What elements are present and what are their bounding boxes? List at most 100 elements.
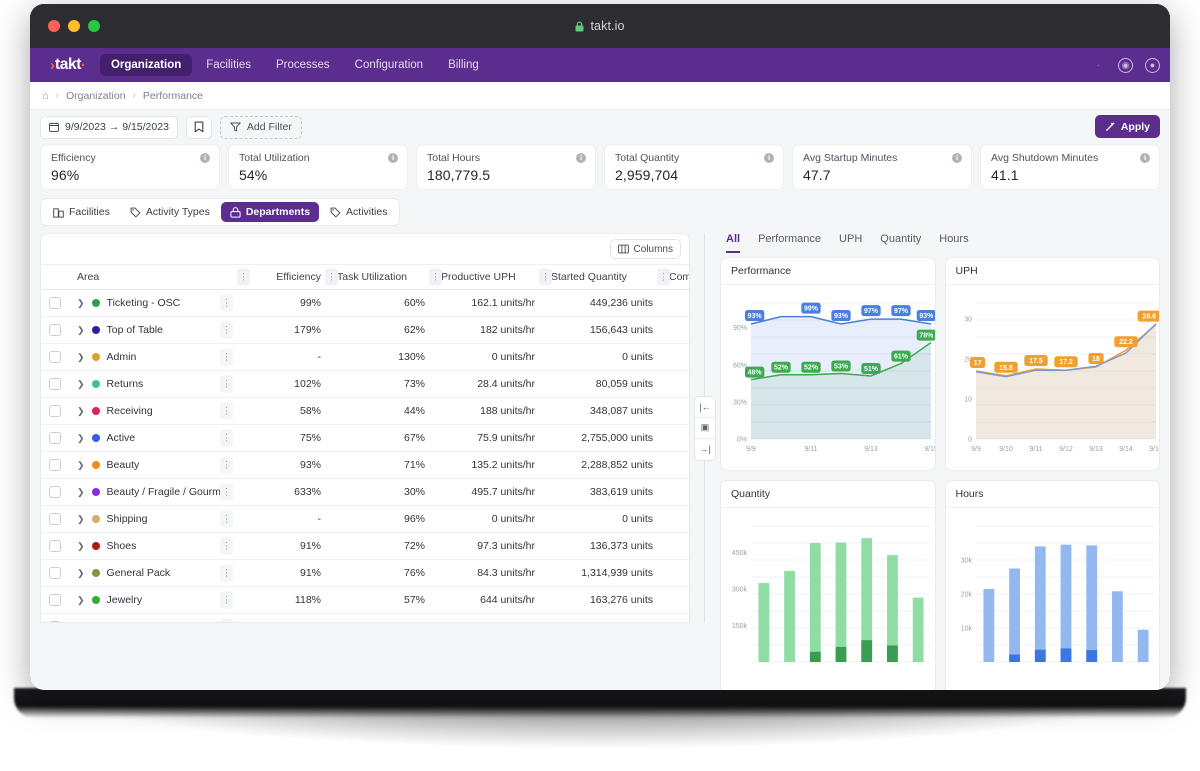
row-checkbox[interactable] — [49, 405, 61, 417]
row-checkbox[interactable] — [49, 378, 61, 390]
row-select-cell[interactable] — [41, 533, 69, 560]
row-select-cell[interactable] — [41, 614, 69, 624]
table-row[interactable]: ❯Top of Table⋮179%62%182 units/hr156,643… — [41, 317, 690, 344]
entity-tab-facilities[interactable]: Facilities — [44, 202, 119, 222]
column-menu-icon[interactable]: ⋮ — [657, 269, 670, 286]
row-menu-icon[interactable]: ⋮ — [220, 349, 233, 366]
expand-row-icon[interactable]: ❯ — [77, 325, 85, 336]
table-row[interactable]: ❯Active⋮75%67%75.9 units/hr2,755,000 uni… — [41, 425, 690, 452]
maximize-window-icon[interactable] — [88, 20, 100, 32]
row-checkbox[interactable] — [49, 297, 61, 309]
row-checkbox[interactable] — [49, 540, 61, 552]
breadcrumb-item-performance[interactable]: Performance — [143, 90, 203, 102]
row-select-cell[interactable] — [41, 425, 69, 452]
expand-row-icon[interactable]: ❯ — [77, 595, 85, 606]
row-select-cell[interactable] — [41, 398, 69, 425]
row-checkbox[interactable] — [49, 351, 61, 363]
column-menu-icon[interactable]: ⋮ — [429, 269, 442, 286]
breadcrumb-item-organization[interactable]: Organization — [66, 90, 126, 102]
info-icon[interactable]: i — [952, 153, 962, 163]
nav-item-organization[interactable]: Organization — [100, 54, 192, 76]
add-filter-button[interactable]: Add Filter — [220, 116, 302, 139]
row-checkbox[interactable] — [49, 594, 61, 606]
panel-divider[interactable]: |← ▣ →| — [690, 233, 720, 623]
row-menu-icon[interactable]: ⋮ — [220, 376, 233, 393]
date-range-picker[interactable]: 9/9/2023 → 9/15/2023 — [40, 116, 178, 139]
row-menu-icon[interactable]: ⋮ — [220, 592, 233, 609]
nav-item-billing[interactable]: Billing — [437, 54, 490, 76]
expand-row-icon[interactable]: ❯ — [77, 487, 85, 498]
collapse-right-icon[interactable]: →| — [695, 439, 715, 460]
row-menu-icon[interactable]: ⋮ — [220, 295, 233, 312]
expand-row-icon[interactable]: ❯ — [77, 622, 85, 624]
select-all-header[interactable] — [41, 265, 69, 290]
save-view-button[interactable] — [186, 116, 212, 139]
column-header-started-quantity[interactable]: ⋮ Started Quantity — [543, 265, 661, 290]
row-menu-icon[interactable]: ⋮ — [220, 430, 233, 447]
column-header-productive-uph[interactable]: ⋮ Productive UPH — [433, 265, 543, 290]
entity-tab-activity-types[interactable]: Activity Types — [121, 202, 219, 222]
expand-row-icon[interactable]: ❯ — [77, 352, 85, 363]
table-row[interactable]: ❯Admin⋮-130%0 units/hr0 units — [41, 344, 690, 371]
row-menu-icon[interactable]: ⋮ — [220, 565, 233, 582]
entity-tab-departments[interactable]: Departments — [221, 202, 319, 222]
close-window-icon[interactable] — [48, 20, 60, 32]
row-select-cell[interactable] — [41, 290, 69, 317]
url-bar[interactable]: takt.io — [30, 4, 1170, 48]
column-menu-icon[interactable]: ⋮ — [539, 269, 552, 286]
table-row[interactable]: ❯Returns⋮102%73%28.4 units/hr80,059 unit… — [41, 371, 690, 398]
expand-row-icon[interactable]: ❯ — [77, 514, 85, 525]
account-icon[interactable]: ● — [1145, 58, 1160, 73]
row-select-cell[interactable] — [41, 506, 69, 533]
row-menu-icon[interactable]: ⋮ — [220, 484, 233, 501]
info-icon[interactable]: i — [388, 153, 398, 163]
expand-row-icon[interactable]: ❯ — [77, 541, 85, 552]
row-checkbox[interactable] — [49, 621, 61, 623]
chart-tab-uph[interactable]: UPH — [839, 233, 862, 251]
info-icon[interactable]: i — [764, 153, 774, 163]
table-row[interactable]: ❯Jewelry⋮118%57%644 units/hr163,276 unit… — [41, 587, 690, 614]
column-menu-icon[interactable]: ⋮ — [325, 269, 338, 286]
row-select-cell[interactable] — [41, 452, 69, 479]
column-header-task-utilization[interactable]: ⋮ Task Utilization — [329, 265, 433, 290]
table-row[interactable]: ❯Shipping⋮-96%0 units/hr0 units — [41, 506, 690, 533]
globe-icon[interactable]: ◉ — [1118, 58, 1133, 73]
expand-row-icon[interactable]: ❯ — [77, 298, 85, 309]
row-select-cell[interactable] — [41, 587, 69, 614]
table-row[interactable]: ❯Ticketing - OSC⋮99%60%162.1 units/hr449… — [41, 290, 690, 317]
row-select-cell[interactable] — [41, 371, 69, 398]
row-menu-icon[interactable]: ⋮ — [220, 538, 233, 555]
takt-logo[interactable]: ›takt· — [50, 56, 86, 74]
table-row[interactable]: ❯Beauty / Fragile / Gourmet⋮633%30%495.7… — [41, 479, 690, 506]
row-menu-icon[interactable]: ⋮ — [220, 322, 233, 339]
chart-tab-hours[interactable]: Hours — [939, 233, 968, 251]
table-row[interactable]: ❯Shoes⋮91%72%97.3 units/hr136,373 units1… — [41, 533, 690, 560]
info-icon[interactable]: i — [1140, 153, 1150, 163]
chart-tab-quantity[interactable]: Quantity — [880, 233, 921, 251]
table-row[interactable]: ❯Exceptions⋮-35%0 units/hr19,777 units — [41, 614, 690, 624]
row-select-cell[interactable] — [41, 317, 69, 344]
entity-tab-activities[interactable]: Activities — [321, 202, 396, 222]
row-select-cell[interactable] — [41, 479, 69, 506]
split-even-icon[interactable]: ▣ — [695, 418, 715, 439]
column-header-efficiency[interactable]: ⋮ Efficiency — [241, 265, 329, 290]
window-controls[interactable] — [48, 20, 100, 32]
minimize-window-icon[interactable] — [68, 20, 80, 32]
row-checkbox[interactable] — [49, 513, 61, 525]
columns-button[interactable]: Columns — [610, 239, 681, 259]
table-row[interactable]: ❯Beauty⋮93%71%135.2 units/hr2,288,852 un… — [41, 452, 690, 479]
row-menu-icon[interactable]: ⋮ — [220, 457, 233, 474]
nav-item-facilities[interactable]: Facilities — [195, 54, 262, 76]
table-row[interactable]: ❯General Pack⋮91%76%84.3 units/hr1,314,9… — [41, 560, 690, 587]
row-checkbox[interactable] — [49, 459, 61, 471]
row-select-cell[interactable] — [41, 344, 69, 371]
table-row[interactable]: ❯Receiving⋮58%44%188 units/hr348,087 uni… — [41, 398, 690, 425]
collapse-left-icon[interactable]: |← — [695, 397, 715, 418]
row-checkbox[interactable] — [49, 567, 61, 579]
info-icon[interactable]: i — [200, 153, 210, 163]
expand-row-icon[interactable]: ❯ — [77, 379, 85, 390]
home-icon[interactable]: ⌂ — [42, 90, 49, 102]
row-menu-icon[interactable]: ⋮ — [220, 619, 233, 624]
row-select-cell[interactable] — [41, 560, 69, 587]
column-menu-icon[interactable]: ⋮ — [237, 269, 250, 286]
